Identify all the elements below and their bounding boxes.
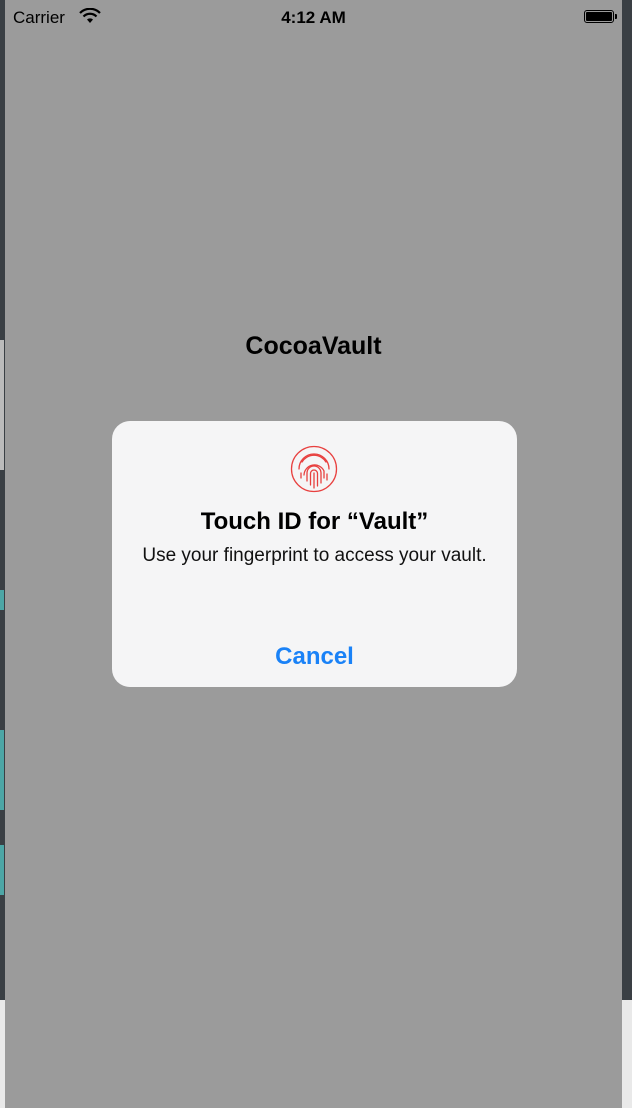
alert-title: Touch ID for “Vault” [200,508,429,535]
background-text-fragment [0,340,4,470]
alert-message: Use your fingerprint to access your vaul… [142,545,487,566]
fingerprint-icon [290,445,338,493]
background-text-fragment [0,730,4,810]
status-bar: Carrier 4:12 AM [5,0,622,36]
cancel-button[interactable]: Cancel [112,637,517,677]
background-window-edge-right [622,0,632,1108]
app-title: CocoaVault [245,332,382,360]
background-text-fragment [0,845,4,895]
simulator-screen: Carrier 4:12 AM CocoaVault Touch ID for … [5,0,622,1108]
battery-icon [584,10,617,23]
background-text-fragment [0,590,4,610]
touch-id-alert: Touch ID for “Vault” Use your fingerprin… [112,421,517,687]
status-time: 4:12 AM [281,8,346,27]
